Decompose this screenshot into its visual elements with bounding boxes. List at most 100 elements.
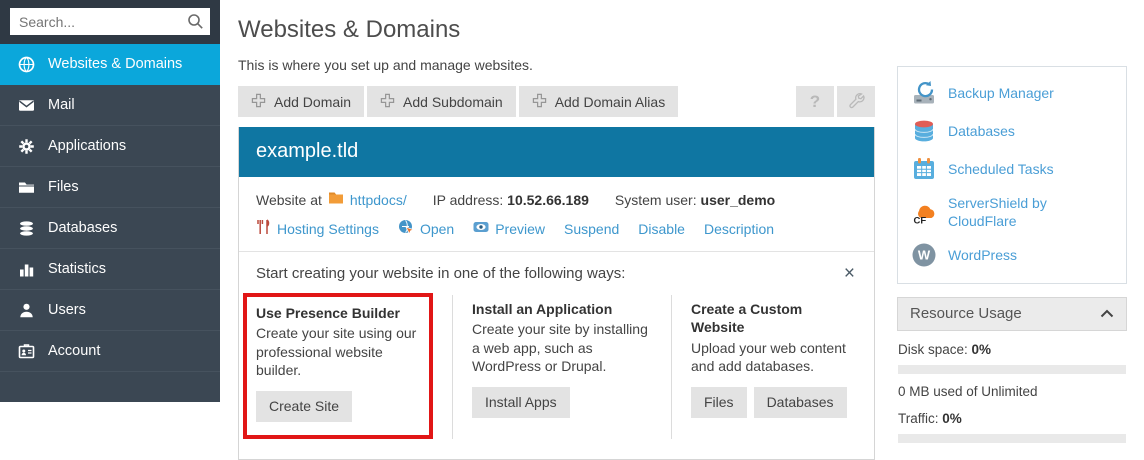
promo-column-title: Use Presence Builder [256,304,420,322]
wordpress-icon: W [911,242,937,268]
promo-column-install-app: Install an Application Create your site … [452,295,671,439]
mail-icon [18,97,35,114]
globe-icon [18,56,35,73]
plus-icon [532,93,547,111]
promo-column-custom-website: Create a Custom Website Upload your web … [671,295,857,439]
promo-column-desc: Create your site using our professional … [256,324,420,379]
help-button[interactable]: ? [796,86,834,117]
bar-chart-icon [18,261,35,278]
wrench-icon [847,91,865,112]
wordpress-link[interactable]: W WordPress [898,236,1126,274]
resource-usage-header[interactable]: Resource Usage [897,297,1127,331]
gear-icon [18,138,35,155]
sidebar-item-label: Account [48,343,100,359]
disk-space-progress-bar [898,365,1126,374]
right-panel: Backup Manager Databases Scheduled Tasks… [897,66,1127,453]
eye-icon [473,220,489,237]
sidebar: Websites & Domains Mail Applications Fil… [0,0,220,402]
tools-button[interactable] [837,86,875,117]
disk-space-detail: 0 MB used of Unlimited [898,384,1126,399]
close-icon[interactable]: × [842,264,857,283]
promo-column-desc: Create your site by installing a web app… [472,320,659,375]
search-icon[interactable] [187,13,204,35]
sidebar-item-label: Statistics [48,261,106,277]
sidebar-item-label: Websites & Domains [48,56,182,72]
sidebar-item-applications[interactable]: Applications [0,126,220,167]
sidebar-search-strip [0,0,220,44]
add-subdomain-button[interactable]: Add Subdomain [367,86,516,117]
system-user: user_demo [701,192,776,208]
featured-link-label: Backup Manager [948,84,1054,102]
getting-started-panel: Start creating your website in one of th… [239,251,874,459]
sidebar-item-statistics[interactable]: Statistics [0,249,220,290]
hosting-settings-link[interactable]: Hosting Settings [256,219,379,238]
sidebar-item-label: Applications [48,138,126,154]
resource-usage-panel: Resource Usage Disk space: 0% 0 MB used … [897,297,1127,443]
servershield-cloudflare-link[interactable]: CF ServerShield by CloudFlare [898,188,1126,236]
disk-space-line: Disk space: 0% [898,342,1126,357]
backup-manager-link[interactable]: Backup Manager [898,74,1126,112]
disable-link[interactable]: Disable [638,221,685,237]
sidebar-item-databases[interactable]: Databases [0,208,220,249]
id-card-icon [18,343,35,360]
scheduled-tasks-link[interactable]: Scheduled Tasks [898,150,1126,188]
user-icon [18,302,35,319]
question-mark-icon: ? [810,92,820,112]
sidebar-item-files[interactable]: Files [0,167,220,208]
databases-link[interactable]: Databases [898,112,1126,150]
featured-tools-panel: Backup Manager Databases Scheduled Tasks… [897,66,1127,284]
svg-text:CF: CF [914,216,927,226]
promo-column-title: Install an Application [472,300,659,318]
promo-column-presence-builder: Use Presence Builder Create your site us… [256,293,452,439]
databases-button[interactable]: Databases [754,387,847,418]
files-button[interactable]: Files [691,387,747,418]
cloudflare-icon: CF [911,199,937,225]
add-domain-button[interactable]: Add Domain [238,86,364,117]
open-site-link[interactable]: Open [398,219,454,238]
tools-icon [256,219,271,238]
sidebar-item-mail[interactable]: Mail [0,85,220,126]
domain-actions-row: Hosting Settings Open Preview Suspend Di… [256,208,857,251]
plus-icon [251,93,266,111]
sidebar-item-label: Databases [48,220,117,236]
promo-title: Start creating your website in one of th… [256,265,625,282]
page-title: Websites & Domains [238,16,877,44]
install-apps-button[interactable]: Install Apps [472,387,570,418]
main-content: Websites & Domains This is where you set… [220,0,877,402]
featured-link-label: Scheduled Tasks [948,160,1054,178]
disk-space-value: 0% [972,342,992,357]
backup-manager-icon [911,80,937,106]
scheduled-tasks-icon [911,156,937,182]
resource-usage-title: Resource Usage [910,305,1022,322]
ip-address: 10.52.66.189 [507,192,589,208]
sidebar-item-label: Files [48,179,79,195]
featured-link-label: ServerShield by CloudFlare [948,194,1113,230]
sidebar-item-label: Users [48,302,86,318]
preview-link[interactable]: Preview [473,220,545,237]
traffic-line: Traffic: 0% [898,411,1126,426]
svg-text:W: W [918,248,931,263]
featured-link-label: Databases [948,122,1015,140]
description-link[interactable]: Description [704,221,774,237]
create-site-button[interactable]: Create Site [256,391,352,422]
plus-icon [380,93,395,111]
docroot-link[interactable]: httpdocs/ [350,192,407,208]
domain-info-row: Website at httpdocs/ IP address: 10.52.6… [256,177,857,208]
domain-name-header: example.tld [239,127,874,177]
search-input[interactable] [10,8,210,35]
promo-column-title: Create a Custom Website [691,300,857,337]
suspend-link[interactable]: Suspend [564,221,619,237]
sidebar-item-account[interactable]: Account [0,331,220,372]
featured-link-label: WordPress [948,246,1017,264]
folder-icon [18,179,35,196]
sidebar-item-websites-domains[interactable]: Websites & Domains [0,44,220,85]
toolbar: Add Domain Add Subdomain Add Domain Alia… [238,86,875,117]
folder-icon [328,191,344,208]
databases-icon [911,118,937,144]
database-icon [18,220,35,237]
chevron-up-icon [1100,305,1114,322]
domain-card: example.tld Website at httpdocs/ IP addr… [238,127,875,460]
sidebar-item-users[interactable]: Users [0,290,220,331]
page-subtitle: This is where you set up and manage webs… [238,57,877,73]
add-domain-alias-button[interactable]: Add Domain Alias [519,86,679,117]
